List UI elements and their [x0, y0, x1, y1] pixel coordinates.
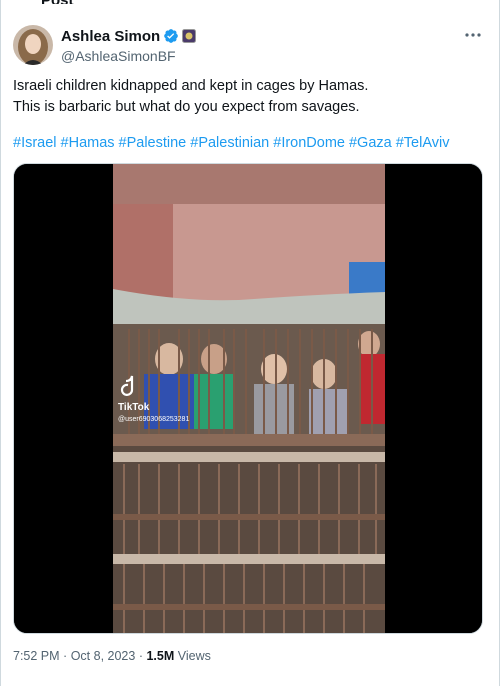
tiktok-watermark-brand: TikTok: [118, 402, 150, 413]
views-label: Views: [177, 649, 211, 663]
tweet-date[interactable]: Oct 8, 2023: [71, 649, 136, 663]
video-content: [113, 164, 385, 633]
hashtag-list: #Israel #Hamas #Palestine #Palestinian #Iron…: [13, 133, 483, 154]
author-handle[interactable]: @AshleaSimonBF: [61, 48, 196, 64]
avatar[interactable]: [13, 25, 53, 65]
tweet-card: Post Ashlea Simon @AshleaSimonBF: [0, 0, 500, 686]
hashtag-link[interactable]: #Israel: [13, 135, 57, 151]
affiliation-badge-icon[interactable]: [182, 29, 197, 43]
verified-badge-icon: [163, 28, 179, 44]
tweet-time[interactable]: 7:52 PM: [13, 649, 60, 663]
views-count: 1.5M: [146, 649, 175, 663]
tweet-meta: 7:52 PM · Oct 8, 2023 · 1.5M Views: [13, 649, 211, 663]
hashtag-link[interactable]: #IronDome: [273, 135, 345, 151]
hashtag-link[interactable]: #TelAviv: [396, 135, 450, 151]
hashtag-link[interactable]: #Gaza: [349, 135, 392, 151]
video-frame: TikTok @user6903068253281: [14, 164, 482, 633]
tweet-text-line: Israeli children kidnapped and kept in c…: [13, 78, 369, 94]
hashtag-link[interactable]: #Palestinian: [190, 135, 269, 151]
tiktok-watermark-user: @user6903068253281: [118, 416, 189, 423]
tweet-video[interactable]: TikTok @user6903068253281: [13, 163, 483, 634]
previous-header-cut: Post: [41, 0, 74, 4]
meta-separator: ·: [63, 649, 68, 663]
meta-separator: ·: [138, 649, 143, 663]
display-name[interactable]: Ashlea Simon: [61, 28, 160, 45]
tweet-header: Ashlea Simon @AshleaSimonBF: [13, 25, 489, 65]
author-names: Ashlea Simon @AshleaSimonBF: [61, 27, 197, 64]
hashtag-link[interactable]: #Palestine: [119, 135, 187, 151]
tweet-text-line: This is barbaric but what do you expect …: [13, 99, 360, 115]
more-icon[interactable]: [463, 27, 483, 43]
tweet-text: Israeli children kidnapped and kept in c…: [13, 76, 483, 118]
hashtag-link[interactable]: #Hamas: [61, 135, 115, 151]
